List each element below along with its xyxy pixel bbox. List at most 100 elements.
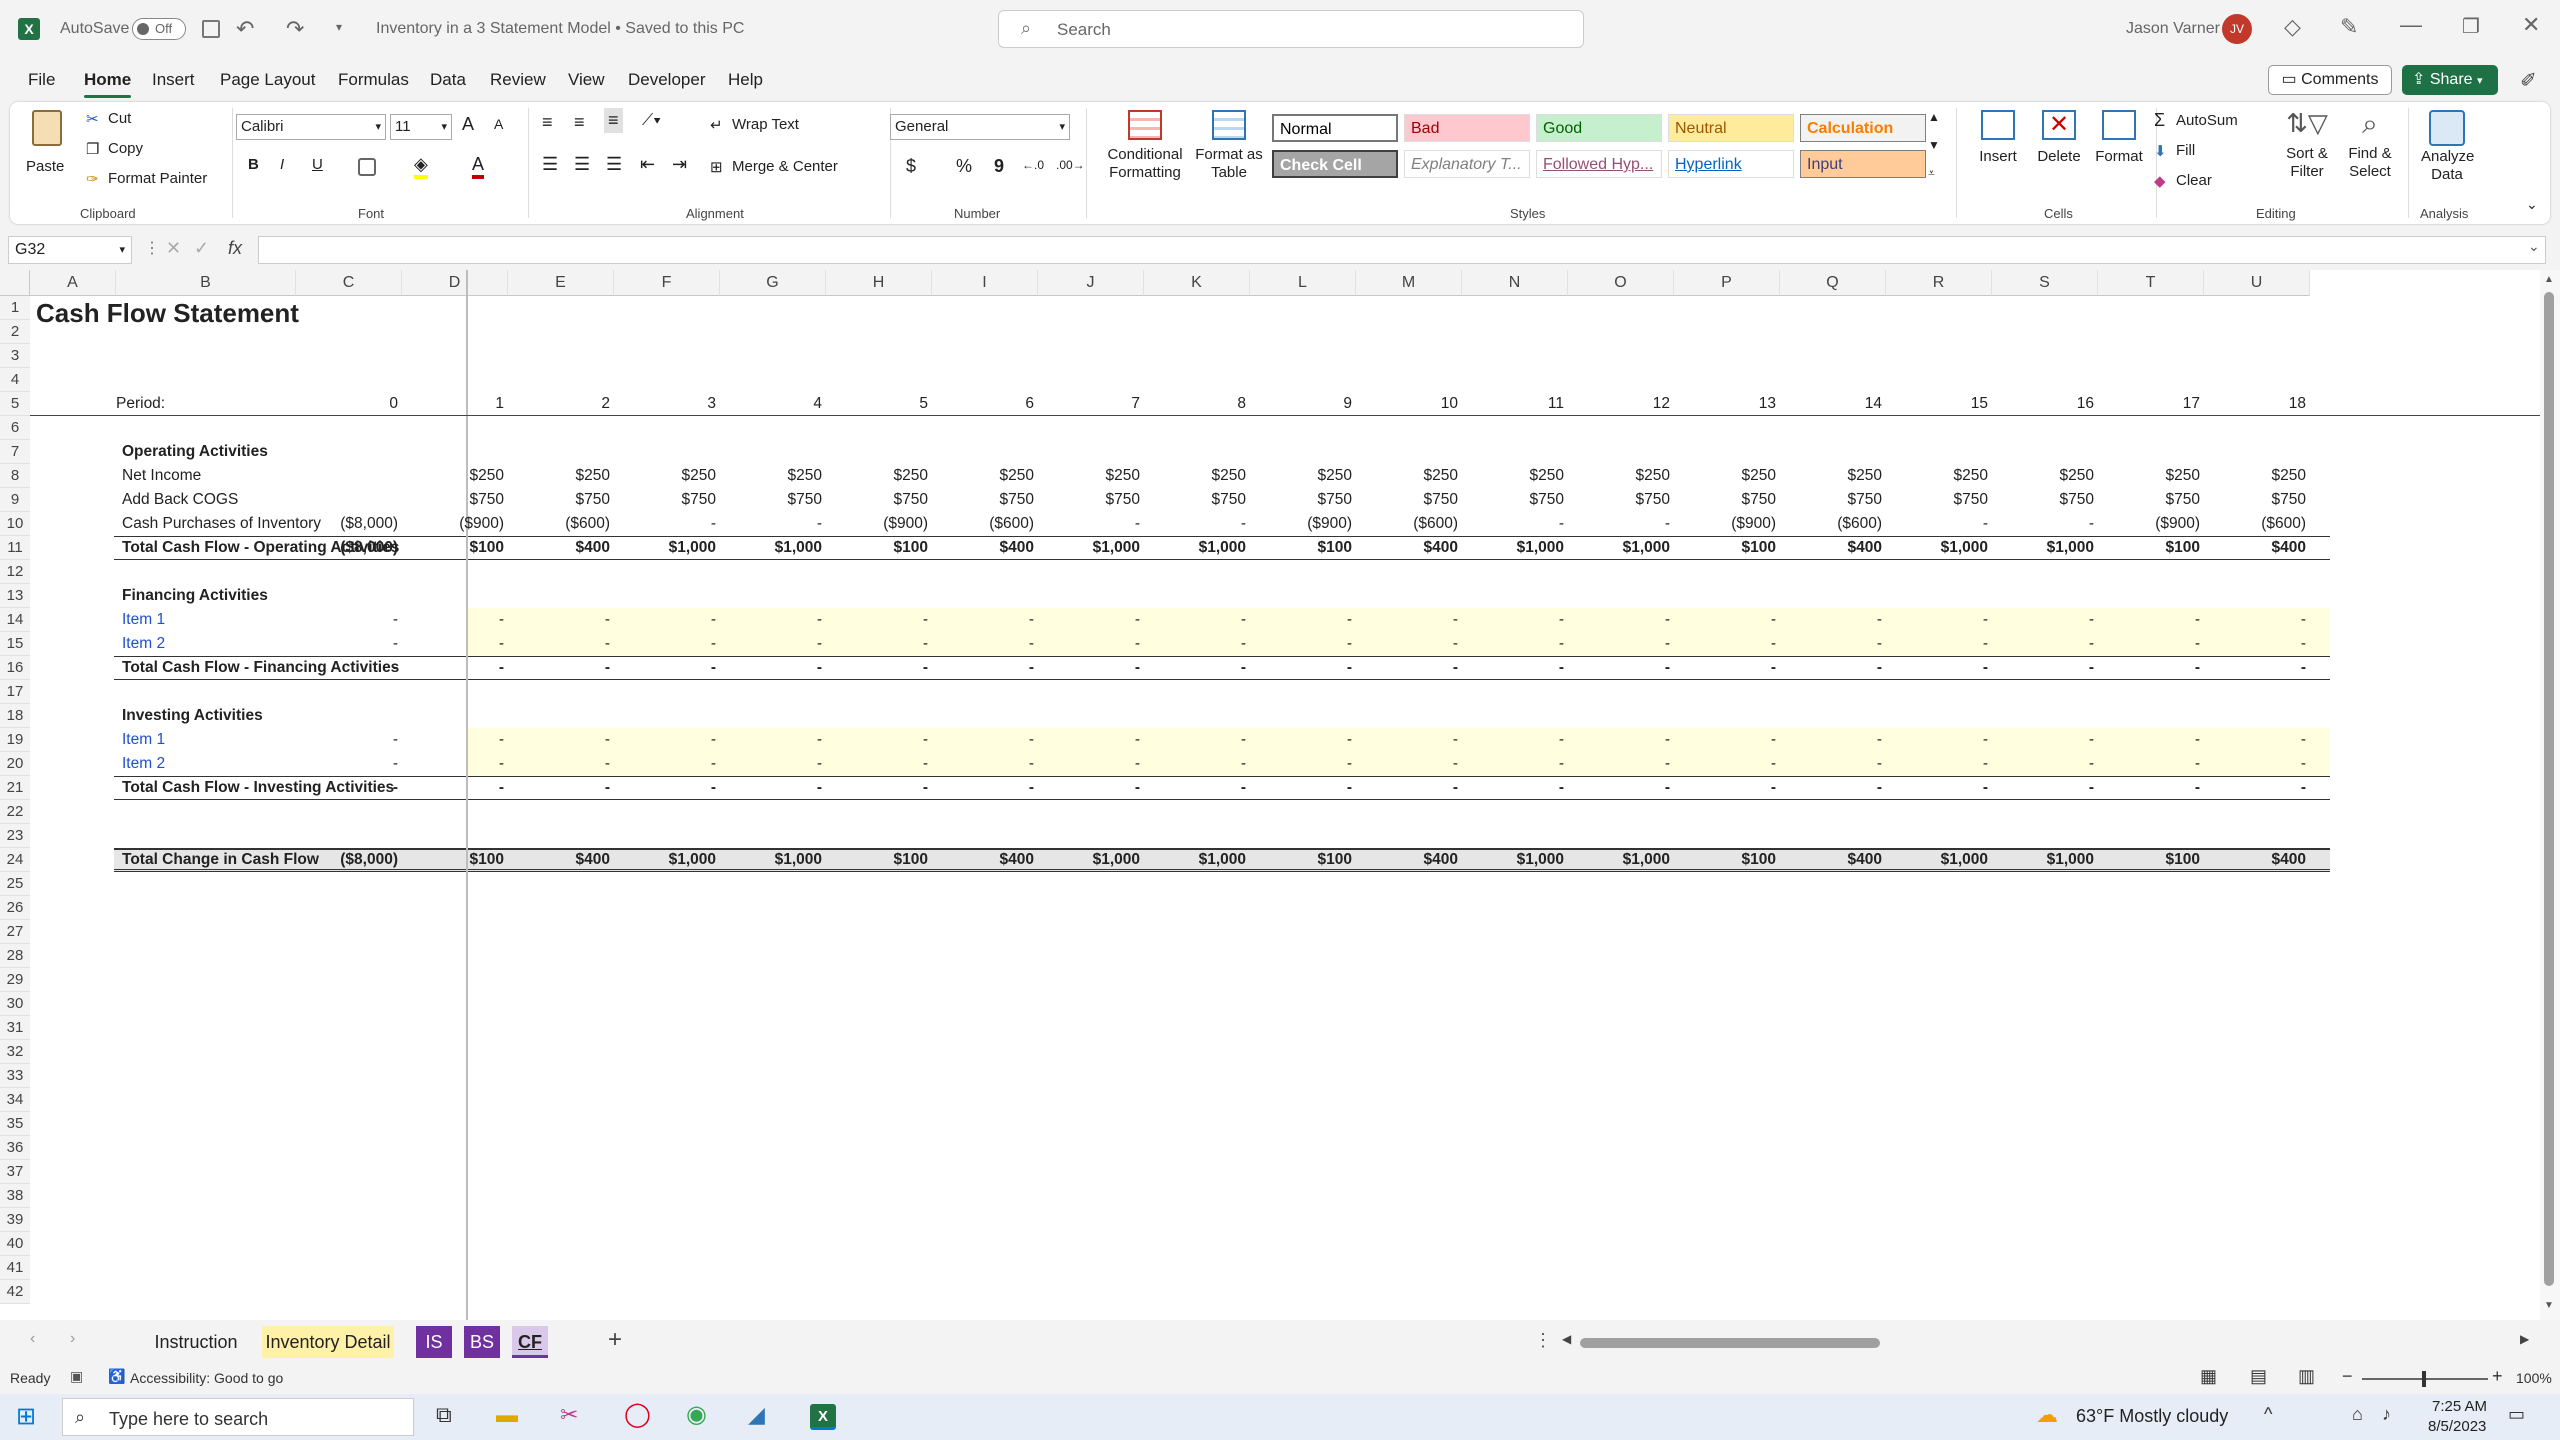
tab-developer[interactable]: Developer [628, 58, 706, 102]
value-cell[interactable]: $750 [2098, 488, 2204, 512]
macro-record-icon[interactable]: ▣ [70, 1368, 83, 1385]
formula-input[interactable] [258, 236, 2546, 264]
share-button[interactable]: ⇪ Share ▾ [2402, 65, 2498, 95]
value-cell[interactable]: - [1780, 656, 1886, 680]
period-header[interactable]: 18 [2204, 392, 2310, 416]
value-cell[interactable]: $250 [720, 464, 826, 488]
section-heading[interactable]: Investing Activities [122, 704, 263, 728]
row-header[interactable]: 25 [0, 872, 30, 896]
number-format-select[interactable]: General ▾ [890, 114, 1070, 140]
period-header[interactable]: 9 [1250, 392, 1356, 416]
row-header[interactable]: 27 [0, 920, 30, 944]
scroll-left-icon[interactable]: ◀ [1562, 1332, 1571, 1346]
comma-button[interactable]: 9 [994, 156, 1004, 177]
normal-view-icon[interactable]: ▦ [2200, 1366, 2217, 1387]
value-cell[interactable]: - [1356, 656, 1462, 680]
styles-scroll-up-icon[interactable]: ▲ [1928, 110, 1940, 124]
value-cell[interactable]: - [402, 608, 508, 632]
row-header[interactable]: 13 [0, 584, 30, 608]
row-header[interactable]: 20 [0, 752, 30, 776]
align-top-icon[interactable]: ≡ [542, 112, 553, 133]
scroll-right-icon[interactable]: ▶ [2520, 1332, 2529, 1346]
zoom-out-icon[interactable]: − [2342, 1366, 2353, 1387]
value-cell[interactable]: - [614, 776, 720, 800]
value-cell[interactable]: $250 [1356, 464, 1462, 488]
restore-icon[interactable]: ❐ [2462, 14, 2480, 39]
value-cell[interactable]: $250 [1674, 464, 1780, 488]
value-cell[interactable]: - [720, 512, 826, 536]
row-label-fin-item1[interactable]: Item 1 [122, 608, 165, 632]
row-header[interactable]: 4 [0, 368, 30, 392]
value-cell[interactable]: $100 [2098, 848, 2204, 872]
section-heading[interactable]: Operating Activities [122, 440, 268, 464]
value-cell[interactable]: - [1356, 728, 1462, 752]
conditional-formatting-button[interactable]: Conditional Formatting [1092, 108, 1198, 198]
format-cells-button[interactable]: Format [2090, 108, 2148, 165]
value-cell[interactable]: $750 [826, 488, 932, 512]
value-cell[interactable]: - [1992, 608, 2098, 632]
sheet-tab-inventory-detail[interactable]: Inventory Detail [262, 1326, 394, 1358]
align-center-icon[interactable]: ☰ [574, 154, 590, 175]
row-label-inv-item1[interactable]: Item 1 [122, 728, 165, 752]
value-cell[interactable]: $250 [932, 464, 1038, 488]
value-cell[interactable]: - [1144, 776, 1250, 800]
period-header[interactable]: 4 [720, 392, 826, 416]
more-icon[interactable]: ⋮ [144, 238, 160, 258]
value-cell[interactable]: $250 [1038, 464, 1144, 488]
sheet-title[interactable]: Cash Flow Statement [36, 298, 299, 328]
cell-style-good[interactable]: Good [1536, 114, 1662, 142]
value-cell[interactable]: - [1886, 632, 1992, 656]
value-cell[interactable]: - [1992, 656, 2098, 680]
value-cell[interactable]: $100 [826, 848, 932, 872]
column-header-o[interactable]: O [1568, 270, 1674, 296]
value-cell[interactable]: - [1038, 512, 1144, 536]
underline-button[interactable]: U [312, 156, 323, 173]
merge-center-button[interactable]: Merge & Center [732, 158, 838, 175]
value-cell[interactable]: $1,000 [1992, 848, 2098, 872]
period-header[interactable]: 11 [1462, 392, 1568, 416]
styles-scroll-down-icon[interactable]: ▼ [1928, 138, 1940, 152]
value-cell[interactable]: - [720, 728, 826, 752]
row-header[interactable]: 6 [0, 416, 30, 440]
insert-cells-button[interactable]: Insert [1972, 108, 2024, 165]
value-cell[interactable]: - [932, 656, 1038, 680]
zoom-in-icon[interactable]: + [2492, 1366, 2503, 1387]
tab-view[interactable]: View [568, 58, 605, 102]
shrink-font-icon[interactable]: A [494, 116, 503, 132]
value-cell[interactable]: ($600) [932, 512, 1038, 536]
tab-data[interactable]: Data [430, 58, 466, 102]
value-cell[interactable]: - [1462, 632, 1568, 656]
font-name-select[interactable]: Calibri ▾ [236, 114, 386, 140]
autosave-toggle[interactable]: Off [132, 18, 186, 40]
row-header[interactable]: 1 [0, 296, 30, 320]
value-cell[interactable]: - [2204, 656, 2310, 680]
value-cell[interactable]: $1,000 [720, 848, 826, 872]
row-header[interactable]: 15 [0, 632, 30, 656]
value-cell[interactable]: - [1356, 776, 1462, 800]
value-cell[interactable]: - [1886, 608, 1992, 632]
period-header[interactable]: 13 [1674, 392, 1780, 416]
value-cell[interactable]: - [296, 728, 402, 752]
tab-help[interactable]: Help [728, 58, 763, 102]
cell-style-normal[interactable]: Normal [1272, 114, 1398, 142]
row-header[interactable]: 2 [0, 320, 30, 344]
collapse-ribbon-icon[interactable]: ⌄ [2526, 196, 2538, 213]
value-cell[interactable]: $250 [2204, 464, 2310, 488]
font-color-button[interactable]: A [472, 154, 485, 179]
zoom-slider[interactable] [2362, 1371, 2488, 1387]
scroll-up-icon[interactable]: ▲ [2544, 274, 2554, 285]
row-label-fin-item2[interactable]: Item 2 [122, 632, 165, 656]
bold-button[interactable]: B [248, 156, 259, 173]
tab-review[interactable]: Review [490, 58, 546, 102]
value-cell[interactable]: - [2204, 608, 2310, 632]
period-header[interactable]: 2 [508, 392, 614, 416]
value-cell[interactable]: - [614, 632, 720, 656]
value-cell[interactable]: $100 [1674, 536, 1780, 560]
minimize-icon[interactable]: — [2400, 12, 2422, 38]
windows-start-icon[interactable]: ⊞ [16, 1402, 36, 1431]
row-header[interactable]: 17 [0, 680, 30, 704]
styles-more-icon[interactable]: ⩡ [1928, 166, 1935, 181]
cell-style-explanatory-t[interactable]: Explanatory T... [1404, 150, 1530, 178]
value-cell[interactable]: - [1462, 752, 1568, 776]
percent-button[interactable]: % [956, 156, 972, 177]
